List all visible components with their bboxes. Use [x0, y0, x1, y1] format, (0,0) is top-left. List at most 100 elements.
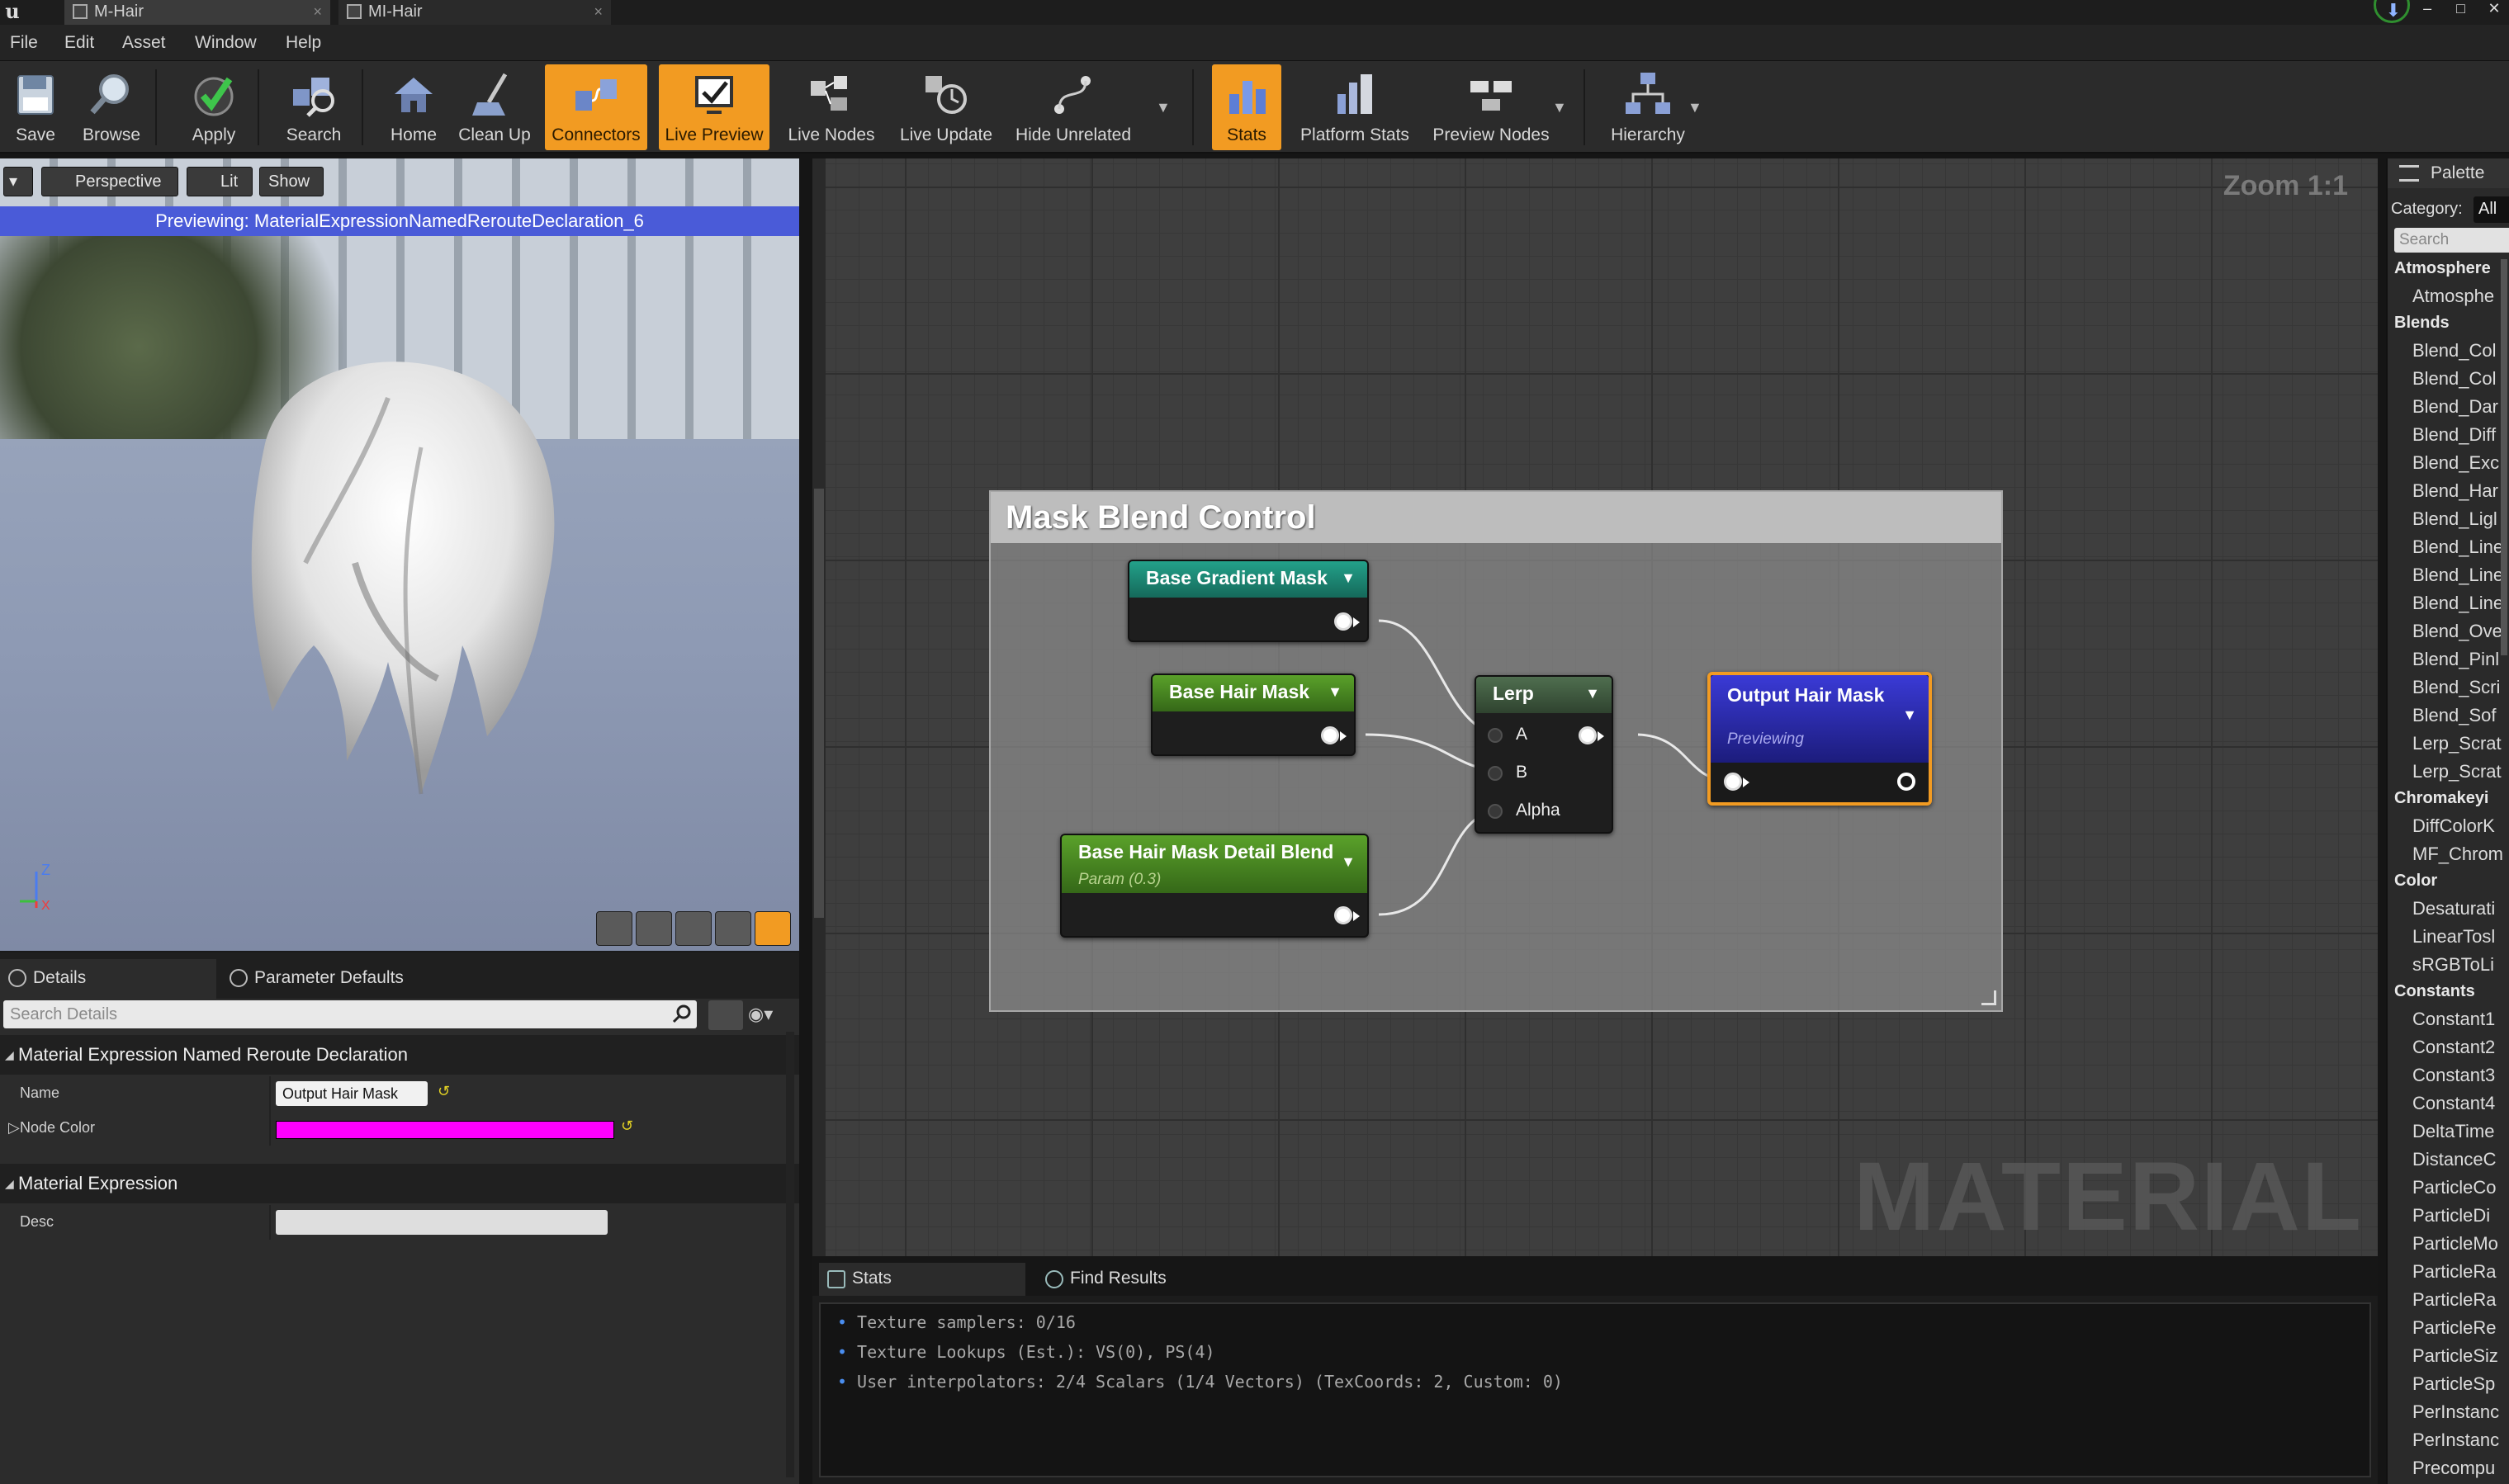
palette-search-input[interactable]: Search — [2394, 228, 2509, 253]
search-button[interactable]: Search — [276, 64, 352, 150]
notification-icon[interactable]: ⬇ — [2379, 0, 2408, 25]
palette-item[interactable]: Blend_Col — [2412, 368, 2497, 390]
preview-viewport[interactable]: ▾ Perspective Lit Show Previewing: Mater… — [0, 158, 799, 951]
palette-item[interactable]: Blend_Ove — [2412, 621, 2502, 642]
palette-item[interactable]: Blend_Pinl — [2412, 649, 2499, 670]
doc-tab-mi-hair[interactable]: MI-Hair × — [338, 0, 611, 25]
perspective-button[interactable]: Perspective — [41, 167, 178, 196]
visibility-eye-icon[interactable]: ◉▾ — [748, 1004, 773, 1025]
details-search-input[interactable]: Search Details — [3, 1000, 697, 1028]
palette-item[interactable]: Constant3 — [2412, 1065, 2495, 1086]
palette-item[interactable]: ParticleMo — [2412, 1233, 2498, 1255]
palette-item[interactable]: Blend_Sof — [2412, 705, 2497, 726]
tab-palette[interactable]: Palette — [2388, 158, 2509, 188]
tab-parameter-defaults[interactable]: Parameter Defaults — [221, 959, 433, 999]
input-pin-a[interactable] — [1488, 728, 1503, 743]
palette-item[interactable]: ParticleRe — [2412, 1317, 2496, 1339]
tab-stats[interactable]: Stats — [819, 1263, 1025, 1296]
input-pin-alpha[interactable] — [1488, 804, 1503, 819]
custom-mesh-preview-icon[interactable] — [755, 911, 791, 946]
hide-unrelated-button[interactable]: Hide Unrelated — [1009, 64, 1138, 150]
chevron-down-icon[interactable]: ▼ — [1341, 845, 1356, 878]
node-base-hair-mask-detail-blend[interactable]: Base Hair Mask Detail Blend Param (0.3) … — [1060, 834, 1369, 938]
live-preview-button[interactable]: Live Preview — [659, 64, 769, 150]
palette-item[interactable]: MF_Chrom — [2412, 844, 2503, 865]
menu-asset[interactable]: Asset — [122, 33, 166, 53]
live-nodes-button[interactable]: Live Nodes — [781, 64, 882, 150]
output-pin[interactable] — [1321, 726, 1347, 744]
close-icon[interactable]: × — [313, 0, 322, 23]
hierarchy-button[interactable]: Hierarchy — [1602, 64, 1694, 150]
sphere-preview-icon[interactable] — [636, 911, 672, 946]
palette-item[interactable]: Blend_Dar — [2412, 396, 2498, 418]
apply-button[interactable]: Apply — [177, 64, 251, 150]
palette-item[interactable]: Blend_Line — [2412, 565, 2503, 586]
palette-item[interactable]: Blend_Scri — [2412, 677, 2500, 698]
browse-button[interactable]: Browse — [74, 64, 149, 150]
palette-item[interactable]: DeltaTime — [2412, 1121, 2494, 1142]
viewport-options-dropdown[interactable]: ▾ — [3, 167, 33, 196]
palette-item[interactable]: Lerp_Scrat — [2412, 761, 2502, 782]
show-button[interactable]: Show — [259, 167, 324, 196]
palette-item[interactable]: Blend_Col — [2412, 340, 2497, 362]
node-lerp[interactable]: Lerp ▼ A B Alpha — [1475, 675, 1613, 834]
view-options-button[interactable] — [708, 1000, 743, 1030]
maximize-button[interactable]: □ — [2446, 0, 2476, 21]
node-color-swatch[interactable] — [276, 1121, 614, 1139]
palette-item[interactable]: Constant1 — [2412, 1009, 2495, 1030]
palette-item[interactable]: ParticleSiz — [2412, 1345, 2498, 1367]
category-material-expression[interactable]: ◢ Material Expression — [0, 1164, 799, 1203]
connectors-button[interactable]: Connectors — [545, 64, 647, 150]
palette-item[interactable]: DiffColorK — [2412, 815, 2495, 837]
palette-item[interactable]: ParticleRa — [2412, 1289, 2496, 1311]
close-window-button[interactable]: ✕ — [2479, 0, 2509, 21]
desc-field[interactable] — [276, 1210, 608, 1235]
palette-group[interactable]: Constants — [2394, 982, 2475, 1001]
palette-item[interactable]: Blend_Diff — [2412, 424, 2496, 446]
minimize-button[interactable]: ‒ — [2412, 0, 2442, 21]
clean-up-button[interactable]: Clean Up — [456, 64, 533, 150]
output-pin[interactable] — [1897, 773, 1915, 791]
details-scrollbar[interactable] — [786, 1032, 794, 1477]
output-pin[interactable] — [1579, 726, 1604, 744]
resize-handle-icon[interactable] — [1981, 990, 1996, 1005]
scrollbar-thumb[interactable] — [814, 489, 824, 918]
palette-group[interactable]: Atmosphere — [2394, 259, 2491, 278]
save-button[interactable]: Save — [3, 64, 68, 150]
palette-item[interactable]: Constant2 — [2412, 1037, 2495, 1058]
hierarchy-dropdown[interactable]: ▼ — [1688, 99, 1702, 116]
stats-button[interactable]: Stats — [1212, 64, 1281, 150]
palette-item[interactable]: sRGBToLi — [2412, 954, 2494, 976]
menu-edit[interactable]: Edit — [64, 33, 94, 53]
live-update-button[interactable]: Live Update — [892, 64, 1001, 150]
palette-item[interactable]: Blend_Exc — [2412, 452, 2499, 474]
palette-item[interactable]: LinearTosl — [2412, 926, 2495, 948]
preview-nodes-dropdown[interactable]: ▼ — [1552, 99, 1567, 116]
palette-item[interactable]: Lerp_Scrat — [2412, 733, 2502, 754]
palette-item[interactable]: ParticleDi — [2412, 1205, 2490, 1226]
palette-item[interactable]: PerInstanc — [2412, 1430, 2499, 1451]
preview-nodes-button[interactable]: Preview Nodes — [1425, 64, 1557, 150]
more-options-dropdown[interactable]: ▼ — [1156, 99, 1171, 116]
category-named-reroute-declaration[interactable]: ◢ Material Expression Named Reroute Decl… — [0, 1035, 799, 1075]
cylinder-preview-icon[interactable] — [596, 911, 632, 946]
tab-find-results[interactable]: Find Results — [1037, 1263, 1243, 1296]
node-base-hair-mask[interactable]: Base Hair Mask ▼ — [1151, 673, 1356, 756]
palette-item[interactable]: Blend_Har — [2412, 480, 2498, 502]
palette-item[interactable]: Atmosphe — [2412, 286, 2494, 307]
node-base-gradient-mask[interactable]: Base Gradient Mask ▼ — [1128, 560, 1369, 642]
cube-preview-icon[interactable] — [715, 911, 751, 946]
material-graph-canvas[interactable]: Zoom 1:1 MATERIAL Mask Blend Control Bas… — [812, 158, 2378, 1256]
node-output-hair-mask[interactable]: Output Hair Mask Previewing ▼ — [1707, 672, 1932, 806]
palette-item[interactable]: Constant4 — [2412, 1093, 2495, 1114]
platform-stats-button[interactable]: Platform Stats — [1293, 64, 1417, 150]
doc-tab-m-hair[interactable]: M-Hair × — [64, 0, 330, 25]
home-button[interactable]: Home — [378, 64, 449, 150]
output-pin[interactable] — [1334, 906, 1360, 924]
output-pin[interactable] — [1334, 612, 1360, 631]
chevron-down-icon[interactable]: ▼ — [1328, 675, 1342, 708]
reset-to-default-icon[interactable]: ↺ — [438, 1083, 450, 1100]
tab-details[interactable]: Details — [0, 959, 216, 999]
lit-button[interactable]: Lit — [187, 167, 253, 196]
comment-title[interactable]: Mask Blend Control — [991, 492, 2001, 543]
